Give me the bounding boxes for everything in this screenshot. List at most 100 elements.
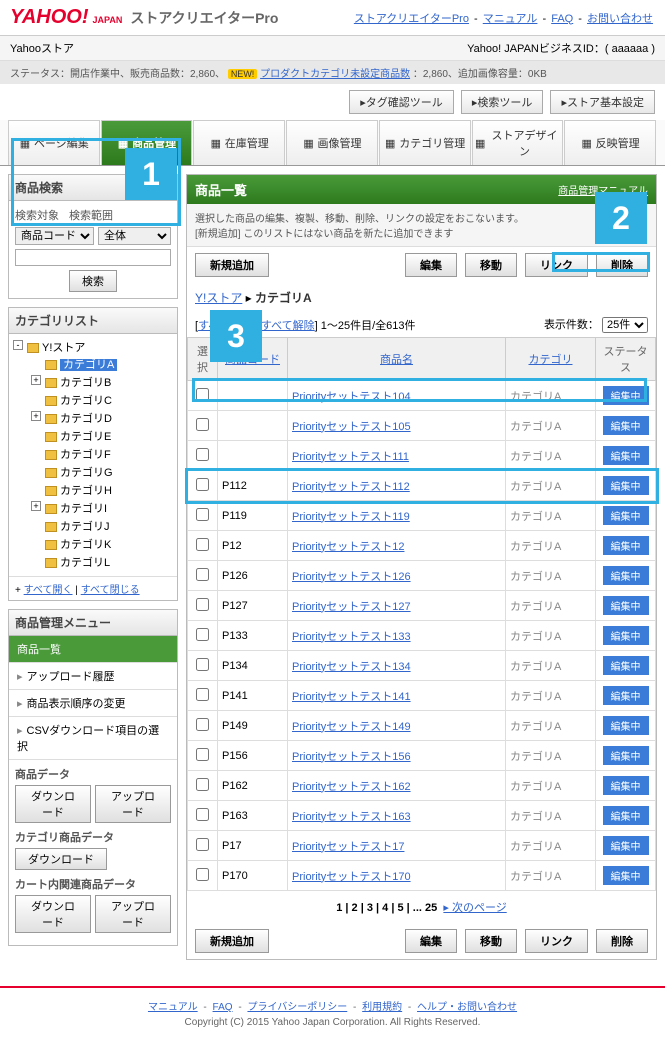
tree-item[interactable]: カテゴリC xyxy=(31,391,173,409)
row-checkbox[interactable] xyxy=(196,868,209,881)
col-category[interactable]: カテゴリ xyxy=(529,354,573,366)
link-button[interactable]: リンク xyxy=(525,253,588,277)
search-tool-button[interactable]: ▸検索ツール xyxy=(461,90,544,114)
tab-6[interactable]: ▦反映管理 xyxy=(564,120,656,165)
link-next-page[interactable]: ▸ 次のページ xyxy=(443,902,506,914)
breadcrumb-root[interactable]: Y!ストア xyxy=(195,291,242,305)
collapse-icon[interactable]: - xyxy=(13,340,23,350)
store-settings-button[interactable]: ▸ストア基本設定 xyxy=(550,90,655,114)
footer-link-privacy[interactable]: プライバシーポリシー xyxy=(247,1002,347,1013)
link-storecreator[interactable]: ストアクリエイターPro xyxy=(354,13,469,25)
tab-3[interactable]: ▦画像管理 xyxy=(286,120,378,165)
search-input[interactable] xyxy=(15,249,171,266)
data-btn[interactable]: ダウンロード xyxy=(15,848,107,870)
row-checkbox[interactable] xyxy=(196,418,209,431)
link-product[interactable]: Priorityセットテスト112 xyxy=(292,481,410,493)
tab-2[interactable]: ▦在庫管理 xyxy=(193,120,285,165)
move-button[interactable]: 移動 xyxy=(465,253,517,277)
data-btn[interactable]: アップロード xyxy=(95,895,171,933)
tree-item[interactable]: カテゴリE xyxy=(31,427,173,445)
row-checkbox[interactable] xyxy=(196,808,209,821)
tree-item[interactable]: カテゴリA xyxy=(31,355,173,373)
row-checkbox[interactable] xyxy=(196,688,209,701)
pagination-pages[interactable]: 1 | 2 | 3 | 4 | 5 | ... 25 xyxy=(336,902,437,914)
menu-item-2[interactable]: 商品表示順序の変更 xyxy=(9,690,177,717)
move-button-bottom[interactable]: 移動 xyxy=(465,929,517,953)
link-collapse-all[interactable]: すべて閉じる xyxy=(81,585,140,596)
search-button[interactable]: 検索 xyxy=(69,270,117,292)
delete-button[interactable]: 削除 xyxy=(596,253,648,277)
link-uncategorized[interactable]: プロダクトカテゴリ未設定商品数 xyxy=(260,69,410,80)
tab-5[interactable]: ▦ストアデザイン xyxy=(472,120,564,165)
link-product[interactable]: Priorityセットテスト17 xyxy=(292,841,404,853)
link-product[interactable]: Priorityセットテスト111 xyxy=(292,451,409,463)
search-range-select[interactable]: 全体 xyxy=(98,227,171,245)
tab-0[interactable]: ▦ページ編集 xyxy=(8,120,100,165)
tree-item[interactable]: カテゴリF xyxy=(31,445,173,463)
menu-item-1[interactable]: アップロード履歴 xyxy=(9,663,177,690)
row-checkbox[interactable] xyxy=(196,568,209,581)
data-btn[interactable]: アップロード xyxy=(95,785,171,823)
search-target-select[interactable]: 商品コード xyxy=(15,227,94,245)
link-product[interactable]: Priorityセットテスト104 xyxy=(292,391,411,403)
tree-item[interactable]: +カテゴリB xyxy=(31,373,173,391)
row-checkbox[interactable] xyxy=(196,778,209,791)
delete-button-bottom[interactable]: 削除 xyxy=(596,929,648,953)
link-product[interactable]: Priorityセットテスト133 xyxy=(292,631,411,643)
tree-item[interactable]: カテゴリG xyxy=(31,463,173,481)
link-expand-all[interactable]: すべて開く xyxy=(24,585,73,596)
link-product[interactable]: Priorityセットテスト134 xyxy=(292,661,411,673)
row-checkbox[interactable] xyxy=(196,478,209,491)
row-checkbox[interactable] xyxy=(196,658,209,671)
footer-link-manual[interactable]: マニュアル xyxy=(148,1002,198,1013)
row-checkbox[interactable] xyxy=(196,748,209,761)
link-product[interactable]: Priorityセットテスト119 xyxy=(292,511,410,523)
footer-link-help[interactable]: ヘルプ・お問い合わせ xyxy=(417,1002,517,1013)
tree-item[interactable]: カテゴリK xyxy=(31,535,173,553)
add-button[interactable]: 新規追加 xyxy=(195,253,269,277)
link-product[interactable]: Priorityセットテスト141 xyxy=(292,691,411,703)
tree-item[interactable]: +カテゴリI xyxy=(31,499,173,517)
tree-item[interactable]: カテゴリL xyxy=(31,553,173,571)
data-btn[interactable]: ダウンロード xyxy=(15,785,91,823)
tree-item[interactable]: カテゴリH xyxy=(31,481,173,499)
link-deselect-all[interactable]: すべて解除 xyxy=(261,320,315,332)
row-checkbox[interactable] xyxy=(196,448,209,461)
expand-icon[interactable]: + xyxy=(31,501,41,511)
menu-item-0[interactable]: 商品一覧 xyxy=(9,636,177,663)
edit-button-bottom[interactable]: 編集 xyxy=(405,929,457,953)
tree-root[interactable]: -Y!ストア カテゴリA+カテゴリBカテゴリC+カテゴリDカテゴリEカテゴリFカ… xyxy=(13,338,173,572)
link-product[interactable]: Priorityセットテスト156 xyxy=(292,751,411,763)
tag-check-tool-button[interactable]: ▸タグ確認ツール xyxy=(349,90,454,114)
row-checkbox[interactable] xyxy=(196,718,209,731)
data-btn[interactable]: ダウンロード xyxy=(15,895,91,933)
link-faq[interactable]: FAQ xyxy=(551,13,573,25)
footer-link-terms[interactable]: 利用規約 xyxy=(362,1002,402,1013)
link-product[interactable]: Priorityセットテスト149 xyxy=(292,721,411,733)
row-checkbox[interactable] xyxy=(196,598,209,611)
link-product[interactable]: Priorityセットテスト127 xyxy=(292,601,411,613)
tab-4[interactable]: ▦カテゴリ管理 xyxy=(379,120,471,165)
link-product[interactable]: Priorityセットテスト162 xyxy=(292,781,411,793)
link-product[interactable]: Priorityセットテスト126 xyxy=(292,571,411,583)
link-product[interactable]: Priorityセットテスト163 xyxy=(292,811,411,823)
row-checkbox[interactable] xyxy=(196,628,209,641)
link-product[interactable]: Priorityセットテスト170 xyxy=(292,871,411,883)
menu-item-3[interactable]: CSVダウンロード項目の選択 xyxy=(9,717,177,760)
row-checkbox[interactable] xyxy=(196,388,209,401)
edit-button[interactable]: 編集 xyxy=(405,253,457,277)
row-checkbox[interactable] xyxy=(196,508,209,521)
tree-item[interactable]: +カテゴリD xyxy=(31,409,173,427)
expand-all-icon[interactable]: + xyxy=(15,585,21,596)
tree-item[interactable]: カテゴリJ xyxy=(31,517,173,535)
expand-icon[interactable]: + xyxy=(31,375,41,385)
col-name[interactable]: 商品名 xyxy=(380,354,413,366)
display-count-select[interactable]: 25件 xyxy=(602,317,648,333)
row-checkbox[interactable] xyxy=(196,838,209,851)
link-button-bottom[interactable]: リンク xyxy=(525,929,588,953)
link-product[interactable]: Priorityセットテスト12 xyxy=(292,541,404,553)
row-checkbox[interactable] xyxy=(196,538,209,551)
link-manual[interactable]: マニュアル xyxy=(483,13,538,25)
link-product[interactable]: Priorityセットテスト105 xyxy=(292,421,411,433)
footer-link-faq[interactable]: FAQ xyxy=(213,1002,233,1013)
